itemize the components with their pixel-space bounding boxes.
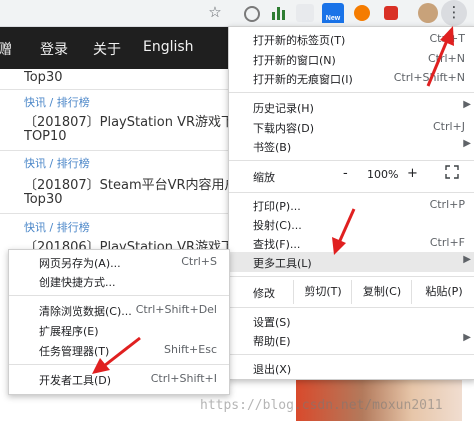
- menu-item-label: 打开新的标签页(T): [253, 34, 346, 47]
- zoom-in-button[interactable]: +: [407, 166, 418, 181]
- menu-item-label: 投射(C)...: [253, 219, 302, 232]
- three-dots-vertical-icon: ⋮: [446, 3, 462, 21]
- extension-new-icon[interactable]: New: [322, 3, 344, 23]
- divider: [0, 150, 240, 151]
- menu-item-label: 打开新的窗口(N): [253, 54, 336, 67]
- article-category[interactable]: 快讯 / 排行榜: [24, 155, 90, 171]
- menu-item-label: 缩放: [253, 171, 275, 184]
- menu-item-shortcut: Ctrl+J: [432, 120, 465, 133]
- submenu-item-label: 清除浏览数据(C)...: [39, 305, 132, 318]
- zoom-out-button[interactable]: -: [343, 166, 348, 181]
- menu-item-downloads[interactable]: 下载内容(D) Ctrl+J: [229, 117, 474, 137]
- article-category[interactable]: 快讯 / 排行榜: [24, 94, 90, 110]
- browser-toolbar: ☆ New ⋮: [0, 0, 474, 27]
- menu-item-exit[interactable]: 退出(X): [229, 358, 474, 378]
- menu-item-label: 帮助(E): [253, 335, 291, 348]
- menu-divider: [229, 307, 474, 308]
- nav-login-link[interactable]: 登录: [40, 39, 68, 59]
- menu-item-label: 查找(F)...: [253, 238, 301, 251]
- menu-divider: [229, 92, 474, 93]
- menu-item-shortcut: Ctrl+P: [429, 198, 465, 211]
- submenu-item-shortcut: Shift+Esc: [164, 343, 217, 356]
- menu-divider: [229, 276, 474, 277]
- menu-item-help[interactable]: 帮助(E) ▶: [229, 330, 474, 350]
- fullscreen-icon[interactable]: [445, 165, 459, 179]
- site-nav-bar: 赠 登录 关于 English: [0, 27, 240, 69]
- submenu-item-label: 创建快捷方式...: [39, 276, 116, 289]
- submenu-item-clear-data[interactable]: 清除浏览数据(C)... Ctrl+Shift+Del: [9, 301, 229, 319]
- submenu-item-shortcut: Ctrl+Shift+I: [150, 372, 217, 385]
- article-title-cont[interactable]: TOP10: [24, 129, 240, 144]
- annotation-arrow-more-tools: [332, 208, 356, 255]
- menu-item-settings[interactable]: 设置(S): [229, 311, 474, 331]
- profile-avatar[interactable]: [418, 3, 438, 23]
- submenu-item-create-shortcut[interactable]: 创建快捷方式...: [9, 272, 229, 290]
- divider: [0, 89, 240, 90]
- menu-item-label: 修改: [253, 287, 275, 300]
- submenu-item-label: 网页另存为(A)...: [39, 257, 121, 270]
- menu-divider: [229, 354, 474, 355]
- menu-item-shortcut: Ctrl+F: [429, 236, 465, 249]
- paste-button[interactable]: 粘贴(P): [411, 280, 474, 304]
- nav-english-link[interactable]: English: [143, 39, 194, 55]
- menu-item-label: 书签(B): [253, 141, 292, 154]
- extension-orange-icon[interactable]: [354, 5, 370, 21]
- article-title-cont[interactable]: Top30: [24, 192, 240, 207]
- extension-red-icon[interactable]: [384, 6, 398, 20]
- article-category[interactable]: 快讯 / 排行榜: [24, 219, 90, 235]
- submenu-item-shortcut: Ctrl+Shift+Del: [135, 303, 217, 316]
- menu-item-label: 历史记录(H): [253, 102, 314, 115]
- menu-divider: [229, 192, 474, 193]
- menu-item-label: 打开新的无痕窗口(I): [253, 73, 353, 86]
- menu-item-label: 退出(X): [253, 363, 292, 376]
- menu-divider: [229, 160, 474, 161]
- watermark-text: https://blog.csdn.net/moxun2011: [200, 398, 443, 413]
- zoom-level: 100%: [367, 168, 399, 181]
- new-badge: New: [322, 15, 344, 23]
- submenu-item-shortcut: Ctrl+S: [181, 255, 217, 268]
- extension-translate-icon[interactable]: [296, 4, 314, 22]
- annotation-arrow-menu: [426, 26, 454, 87]
- article-title[interactable]: 〔201807〕Steam平台VR内容用户消: [24, 174, 240, 193]
- copy-button[interactable]: 复制(C): [351, 280, 412, 304]
- bookmark-star-icon[interactable]: ☆: [206, 3, 224, 21]
- nav-item-partial[interactable]: 赠: [0, 39, 12, 59]
- extension-chart-icon[interactable]: [270, 4, 288, 22]
- menu-divider: [9, 295, 229, 296]
- article-title[interactable]: 〔201807〕PlayStation VR游戏下载: [24, 111, 240, 130]
- menu-item-label: 设置(S): [253, 316, 291, 329]
- nav-about-link[interactable]: 关于: [93, 39, 121, 59]
- chevron-right-icon: ▶: [463, 138, 471, 149]
- chevron-right-icon: ▶: [463, 254, 471, 265]
- menu-item-history[interactable]: 历史记录(H) ▶: [229, 97, 474, 117]
- chevron-right-icon: ▶: [463, 332, 471, 343]
- menu-item-bookmarks[interactable]: 书签(B) ▶: [229, 136, 474, 156]
- chevron-right-icon: ▶: [463, 99, 471, 110]
- divider: [0, 213, 240, 214]
- menu-item-label: 打印(P)...: [253, 200, 301, 213]
- menu-item-label: 更多工具(L): [253, 257, 312, 270]
- extension-circle-icon[interactable]: [244, 6, 260, 22]
- chrome-menu-button[interactable]: ⋮: [441, 0, 467, 26]
- menu-item-label: 下载内容(D): [253, 122, 315, 135]
- menu-item-zoom: 缩放: [229, 164, 474, 190]
- annotation-arrow-dev-tools: [92, 336, 141, 374]
- submenu-item-save-as[interactable]: 网页另存为(A)... Ctrl+S: [9, 253, 229, 271]
- article-title[interactable]: Top30: [24, 70, 240, 85]
- cut-button[interactable]: 剪切(T): [293, 280, 352, 304]
